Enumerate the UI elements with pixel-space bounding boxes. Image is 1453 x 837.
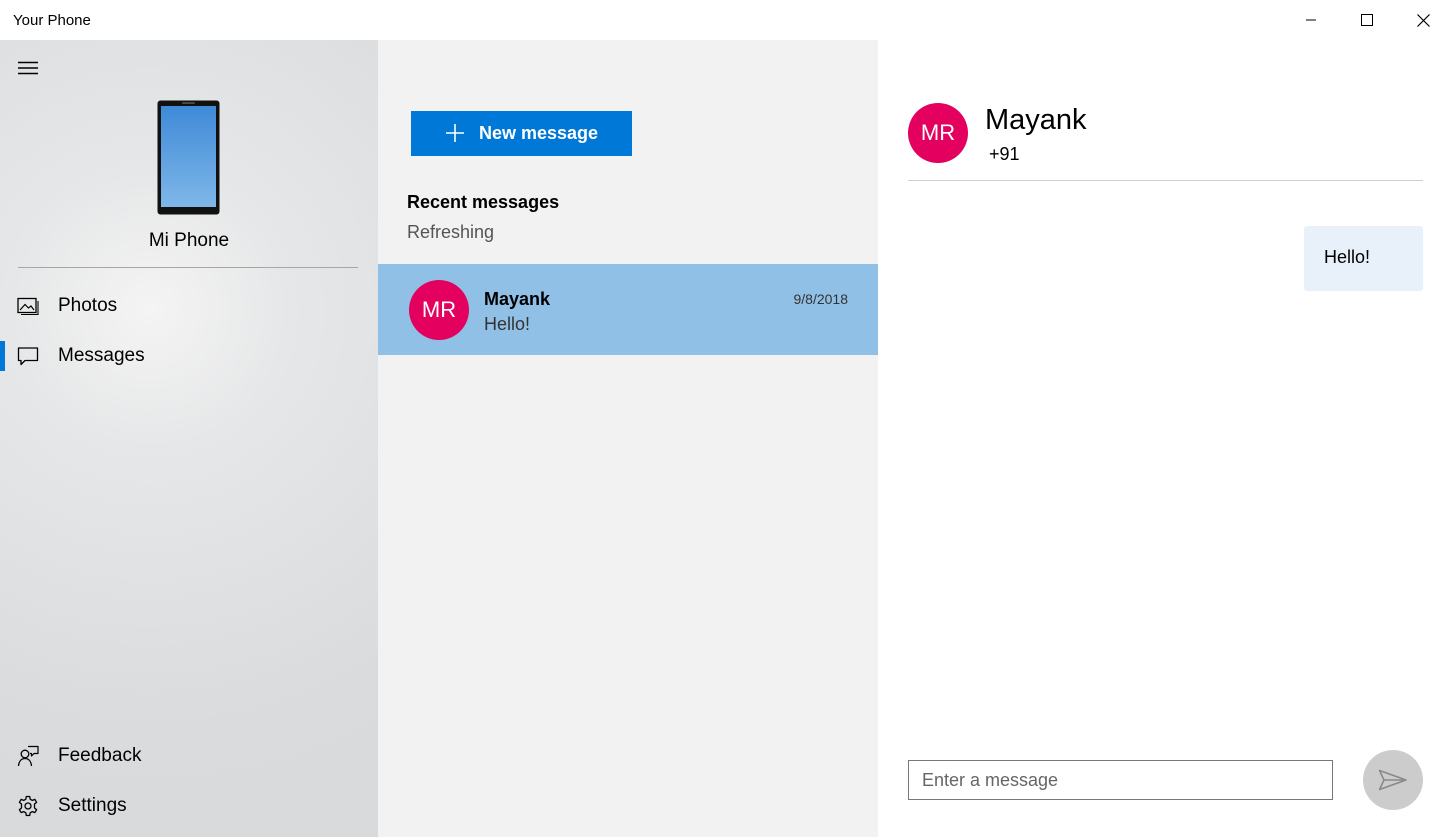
sent-message-bubble: Hello! — [1304, 226, 1423, 291]
recent-messages-heading: Recent messages — [407, 192, 560, 212]
contact-name: Mayank — [985, 104, 1087, 136]
avatar: MR — [409, 280, 469, 340]
nav-item-label: Feedback — [58, 745, 142, 766]
feedback-icon — [17, 745, 39, 767]
chat-divider — [908, 180, 1423, 181]
title-bar: Your Phone — [0, 0, 1453, 40]
window-title: Your Phone — [13, 12, 91, 29]
nav-item-label: Messages — [58, 345, 145, 366]
conversation-name: Mayank — [484, 289, 551, 309]
message-icon — [17, 347, 39, 366]
nav-item-feedback[interactable]: Feedback — [0, 733, 378, 779]
contact-avatar: MR — [908, 103, 968, 163]
close-icon — [1416, 13, 1430, 27]
maximize-icon — [1361, 14, 1373, 26]
minimize-icon — [1306, 19, 1316, 21]
photos-icon — [17, 297, 39, 316]
contact-number: +91 — [989, 144, 1020, 164]
nav-item-photos[interactable]: Photos — [0, 283, 378, 329]
conversation-list-pane: New message Recent messages Refreshing M… — [378, 40, 878, 837]
close-button[interactable] — [1395, 0, 1451, 40]
new-message-label: New message — [479, 123, 599, 143]
nav-item-settings[interactable]: Settings — [0, 783, 378, 829]
nav-item-label: Photos — [58, 295, 118, 316]
conversation-item[interactable]: MR Mayank Hello! 9/8/2018 — [378, 264, 878, 355]
new-message-button[interactable]: New message — [411, 111, 632, 156]
minimize-button[interactable] — [1283, 0, 1339, 40]
navigation-pane: Mi Phone Photos Messages Feedback Settin… — [0, 40, 378, 837]
chat-pane: MR Mayank +91 Hello! — [878, 40, 1453, 837]
phone-illustration — [157, 100, 220, 220]
send-button[interactable] — [1363, 750, 1423, 810]
menu-button[interactable] — [10, 52, 46, 84]
conversation-preview: Hello! — [484, 314, 531, 334]
conversation-date: 9/8/2018 — [793, 291, 849, 307]
device-name: Mi Phone — [148, 230, 230, 251]
gear-icon — [18, 795, 38, 817]
nav-divider — [18, 267, 358, 268]
plus-icon — [446, 124, 464, 142]
hamburger-icon — [18, 61, 38, 75]
refresh-status: Refreshing — [407, 222, 495, 242]
message-input[interactable] — [908, 760, 1333, 800]
send-icon — [1378, 769, 1407, 791]
nav-item-label: Settings — [58, 795, 127, 816]
maximize-button[interactable] — [1339, 0, 1395, 40]
nav-item-messages[interactable]: Messages — [0, 333, 378, 379]
selection-indicator — [0, 341, 5, 371]
